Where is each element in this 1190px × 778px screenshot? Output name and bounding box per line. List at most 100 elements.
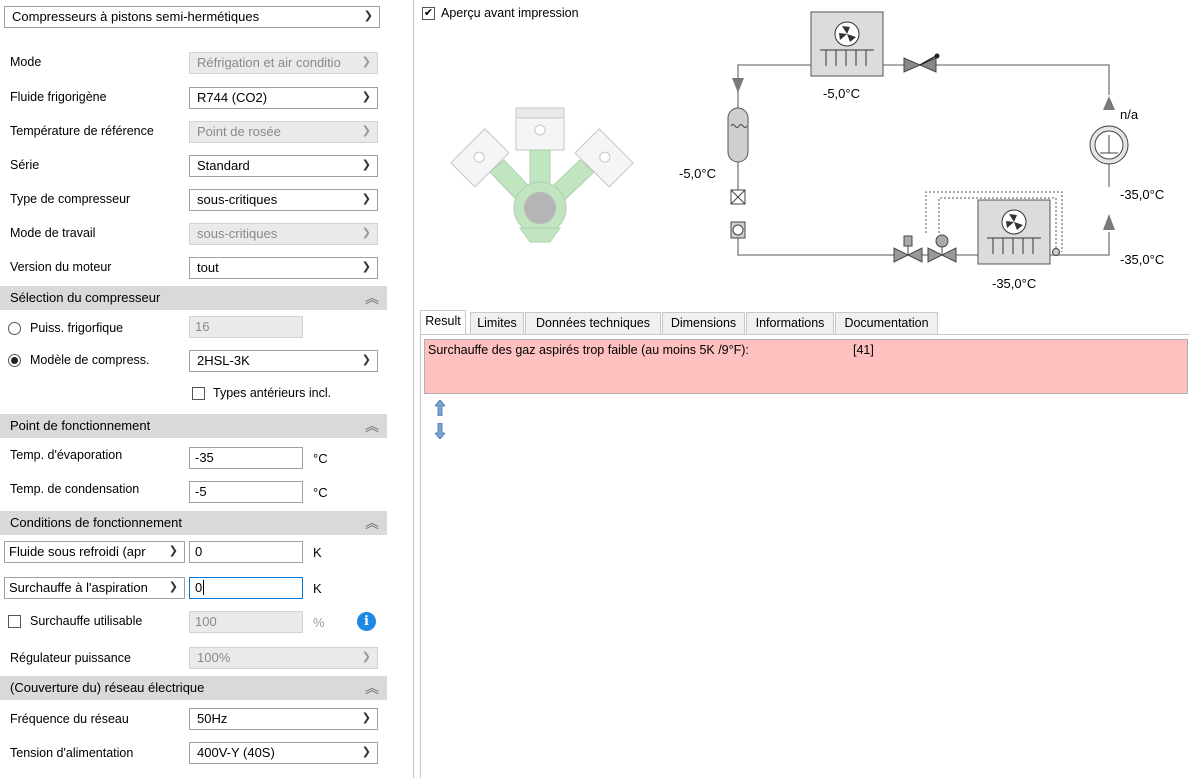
compressor-type-select[interactable]: sous-critiques ❯ (189, 189, 378, 211)
suction-superheat-value: 0 (195, 580, 203, 595)
condensation-temp-value: -5 (195, 484, 207, 499)
supply-voltage-select[interactable]: 400V-Y (40S) ❯ (189, 742, 378, 764)
subcooling-input[interactable]: 0 (189, 541, 303, 563)
check-valve-icon (903, 53, 940, 73)
section-electrical-grid[interactable]: (Couverture du) réseau électrique ︽ (0, 676, 387, 700)
sight-glass-icon (730, 221, 746, 239)
tab-information[interactable]: Informations (746, 312, 834, 334)
chevron-down-icon: ❯ (361, 227, 371, 239)
expansion-valve-icon (893, 235, 923, 263)
refrigerant-value: R744 (CO2) (197, 90, 268, 105)
section-operating-conditions[interactable]: Conditions de fonctionnement ︽ (0, 511, 387, 535)
evaporation-temp-input[interactable]: -35 (189, 447, 303, 469)
flow-arrow-icon (732, 78, 744, 93)
collapse-icon[interactable]: ︽ (365, 288, 379, 308)
chevron-down-icon: ❯ (361, 651, 371, 663)
section-operating-point[interactable]: Point de fonctionnement ︽ (0, 414, 387, 438)
warning-message-box: Surchauffe des gaz aspirés trop faible (… (424, 339, 1188, 394)
subcooling-mode-value: Fluide sous refroidi (apr (9, 544, 146, 559)
evaporation-temp-value: -35 (195, 450, 214, 465)
grid-frequency-value: 50Hz (197, 711, 228, 726)
scroll-down-icon[interactable] (435, 423, 445, 439)
evaporator-outlet-temp-label: -35,0°C (1120, 252, 1165, 267)
evaporating-temp-label: -35,0°C (992, 276, 1037, 291)
collapse-icon[interactable]: ︽ (365, 416, 379, 436)
chevron-down-icon: ❯ (361, 125, 371, 137)
panel-splitter[interactable] (387, 0, 413, 778)
product-type-select[interactable]: Compresseurs à pistons semi-hermétiques … (4, 6, 380, 28)
capacity-value: 16 (195, 319, 210, 334)
section-title: Point de fonctionnement (10, 418, 151, 433)
reference-temp-select: Point de rosée ❯ (189, 121, 378, 143)
chevron-down-icon: ❯ (361, 159, 371, 171)
tab-result[interactable]: Result (420, 310, 466, 334)
print-preview-checkbox[interactable]: ✔ (422, 7, 435, 20)
motor-version-select[interactable]: tout ❯ (189, 257, 378, 279)
series-value: Standard (197, 158, 250, 173)
suction-superheat-input[interactable]: 0 (189, 577, 303, 599)
subcooling-value: 0 (195, 544, 203, 559)
configuration-panel: Compresseurs à pistons semi-hermétiques … (0, 0, 387, 778)
supply-voltage-label: Tension d'alimentation (10, 746, 134, 760)
section-title: Conditions de fonctionnement (10, 515, 183, 530)
capacity-input: 16 (189, 316, 303, 338)
liquid-temp-label: -5,0°C (679, 166, 716, 181)
capacity-label: Puiss. frigorfique (30, 321, 124, 335)
older-types-checkbox[interactable] (192, 387, 205, 400)
suction-temp-label: -35,0°C (1120, 187, 1165, 202)
warning-code: [41] (853, 343, 874, 357)
condensing-temp-label: -5,0°C (823, 86, 860, 101)
tab-technical-data[interactable]: Données techniques (525, 312, 661, 334)
model-select[interactable]: 2HSL-3K ❯ (189, 350, 378, 372)
compressor-illustration (450, 107, 634, 243)
grid-frequency-label: Fréquence du réseau (10, 712, 129, 726)
grid-frequency-select[interactable]: 50Hz ❯ (189, 708, 378, 730)
mode-select: Réfrigation et air conditio ❯ (189, 52, 378, 74)
filter-drier-icon (730, 189, 746, 205)
collapse-icon[interactable]: ︽ (365, 513, 379, 533)
suction-superheat-unit: K (313, 581, 322, 596)
work-mode-label: Mode de travail (10, 226, 96, 240)
suction-superheat-mode-value: Surchauffe à l'aspiration (9, 580, 148, 595)
condensation-temp-input[interactable]: -5 (189, 481, 303, 503)
tab-dimensions[interactable]: Dimensions (662, 312, 745, 334)
refrigeration-circuit-diagram (727, 11, 1129, 265)
condensation-temp-label: Temp. de condensation (10, 482, 140, 496)
subcooling-unit: K (313, 545, 322, 560)
useful-superheat-unit: % (313, 615, 325, 630)
chevron-down-icon: ❯ (361, 91, 371, 103)
work-mode-value: sous-critiques (197, 226, 278, 241)
chevron-down-icon: ❯ (361, 56, 371, 68)
chevron-down-icon: ❯ (361, 746, 371, 758)
info-icon[interactable]: i (357, 612, 376, 631)
suction-superheat-mode-select[interactable]: Surchauffe à l'aspiration ❯ (4, 577, 185, 599)
solenoid-valve-icon (927, 234, 957, 263)
results-panel: ✔ Aperçu avant impression -5,0°C -5,0°C … (413, 0, 1190, 778)
sensor-bulb-icon (1052, 248, 1060, 256)
mode-value: Réfrigation et air conditio (197, 55, 341, 70)
capacity-radio[interactable] (8, 322, 21, 335)
refrigerant-select[interactable]: R744 (CO2) ❯ (189, 87, 378, 109)
tab-documentation[interactable]: Documentation (835, 312, 938, 334)
reference-temp-label: Température de référence (10, 124, 154, 138)
useful-superheat-input: 100 (189, 611, 303, 633)
section-compressor-selection[interactable]: Sélection du compresseur ︽ (0, 286, 387, 310)
scroll-up-icon[interactable] (435, 400, 445, 416)
section-title: (Couverture du) réseau électrique (10, 680, 205, 695)
supply-voltage-value: 400V-Y (40S) (197, 745, 275, 760)
collapse-icon[interactable]: ︽ (365, 678, 379, 698)
chevron-down-icon: ❯ (363, 10, 373, 22)
refrigerant-label: Fluide frigorigène (10, 90, 107, 104)
tab-limits[interactable]: Limites (470, 312, 524, 334)
chevron-down-icon: ❯ (168, 581, 178, 593)
evaporation-temp-label: Temp. d'évaporation (10, 448, 123, 462)
print-preview-label: Aperçu avant impression (441, 6, 579, 20)
useful-superheat-label: Surchauffe utilisable (30, 614, 143, 628)
subcooling-mode-select[interactable]: Fluide sous refroidi (apr ❯ (4, 541, 185, 563)
series-select[interactable]: Standard ❯ (189, 155, 378, 177)
product-type-value: Compresseurs à pistons semi-hermétiques (12, 9, 260, 24)
useful-superheat-checkbox[interactable] (8, 615, 21, 628)
motor-version-value: tout (197, 260, 219, 275)
chevron-down-icon: ❯ (361, 193, 371, 205)
model-radio[interactable] (8, 354, 21, 367)
